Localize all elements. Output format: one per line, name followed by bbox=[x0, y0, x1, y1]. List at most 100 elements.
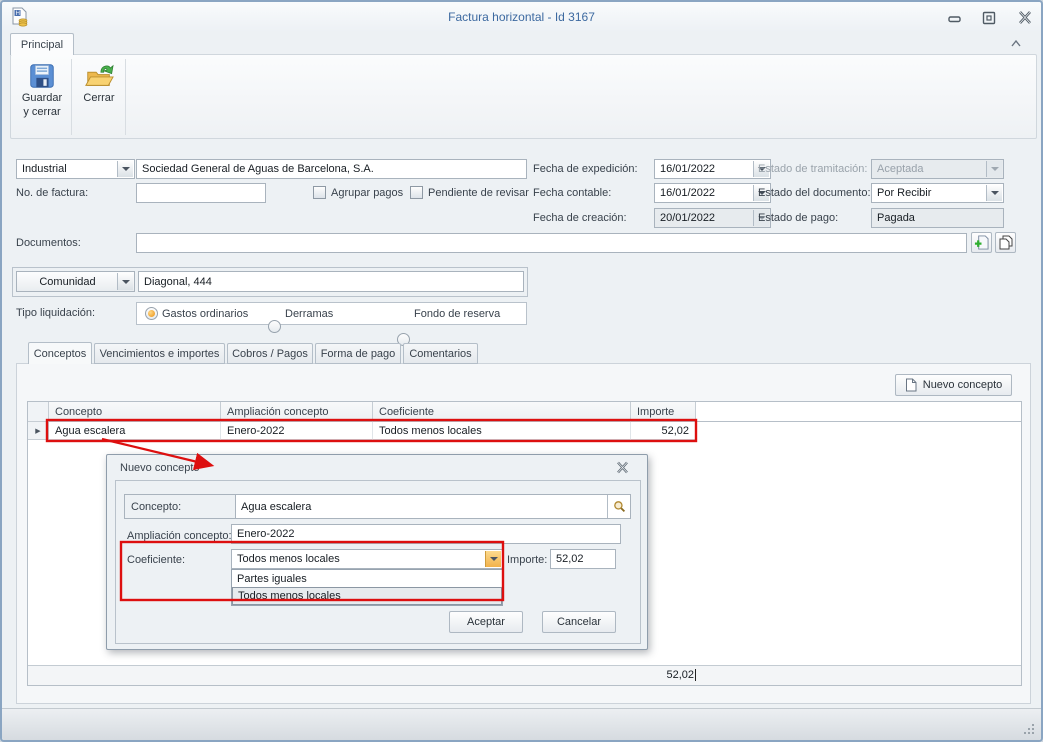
estado-documento-combobox[interactable]: Por Recibir bbox=[871, 183, 1004, 203]
fecha-expedicion-datepicker[interactable]: 16/01/2022 bbox=[654, 159, 771, 179]
chevron-down-icon[interactable] bbox=[117, 273, 133, 290]
summary-importe[interactable]: 52,02 bbox=[631, 667, 696, 683]
estado-documento-value: Por Recibir bbox=[877, 187, 931, 199]
agrupar-pagos-label[interactable]: Agrupar pagos bbox=[331, 187, 403, 199]
ribbon-tab-label: Principal bbox=[21, 39, 63, 51]
close-button[interactable] bbox=[1016, 10, 1034, 25]
concepto-lookup-field[interactable]: Concepto: Agua escalera bbox=[124, 494, 631, 519]
ampliacion-input[interactable]: Enero-2022 bbox=[231, 524, 621, 544]
fecha-expedicion-label: Fecha de expedición: bbox=[533, 163, 638, 175]
accept-button[interactable]: Aceptar bbox=[449, 611, 523, 633]
ribbon-tab-principal[interactable]: Principal bbox=[10, 33, 74, 55]
column-header-importe[interactable]: Importe bbox=[631, 402, 696, 422]
close-form-button[interactable]: Cerrar bbox=[75, 57, 123, 136]
application-window: H Factura horizontal - Id 3167 Principal bbox=[0, 0, 1043, 742]
tab-conceptos[interactable]: Conceptos bbox=[28, 342, 92, 364]
save-button-label-line1: Guardar bbox=[22, 92, 62, 105]
tab-forma-pago[interactable]: Forma de pago bbox=[315, 343, 401, 364]
cancel-button[interactable]: Cancelar bbox=[542, 611, 616, 633]
fecha-creacion-value: 20/01/2022 bbox=[660, 212, 715, 224]
minimize-button[interactable] bbox=[946, 13, 964, 25]
tab-cobros-pagos[interactable]: Cobros / Pagos bbox=[227, 343, 313, 364]
chevron-down-icon[interactable] bbox=[117, 161, 133, 177]
ribbon-separator bbox=[125, 59, 126, 135]
fecha-creacion-datepicker: 20/01/2022 bbox=[654, 208, 771, 228]
entidad-tipo-combobox[interactable]: Comunidad bbox=[16, 271, 135, 292]
row-indicator: ▶ bbox=[28, 422, 49, 440]
tab-label: Comentarios bbox=[409, 348, 471, 360]
documentos-label: Documentos: bbox=[16, 237, 81, 249]
save-and-close-button[interactable]: Guardar y cerrar bbox=[15, 57, 69, 136]
tab-comentarios[interactable]: Comentarios bbox=[403, 343, 478, 364]
window-title: Factura horizontal - Id 3167 bbox=[2, 10, 1041, 24]
copy-document-button[interactable] bbox=[995, 232, 1016, 253]
pendiente-revisar-label[interactable]: Pendiente de revisar bbox=[428, 187, 529, 199]
estado-pago-value: Pagada bbox=[877, 212, 915, 224]
radio-gastos-ordinarios[interactable] bbox=[145, 307, 158, 320]
cell-importe[interactable]: 52,02 bbox=[631, 422, 696, 440]
save-button-label-line2: y cerrar bbox=[23, 106, 60, 119]
coeficiente-label: Coeficiente: bbox=[127, 554, 185, 566]
status-bar bbox=[2, 708, 1041, 740]
text-caret bbox=[695, 669, 696, 681]
new-concept-button[interactable]: Nuevo concepto bbox=[895, 374, 1012, 396]
comunidad-direccion-field[interactable]: Diagonal, 444 bbox=[138, 271, 524, 292]
cell-coeficiente[interactable]: Todos menos locales bbox=[373, 422, 631, 440]
dialog-close-icon[interactable] bbox=[615, 461, 631, 474]
cancel-button-label: Cancelar bbox=[557, 616, 601, 628]
tipo-proveedor-value: Industrial bbox=[22, 163, 67, 175]
chevron-down-icon[interactable] bbox=[485, 551, 501, 567]
concepto-value[interactable]: Agua escalera bbox=[236, 495, 607, 518]
tab-label: Forma de pago bbox=[321, 348, 396, 360]
add-document-button[interactable] bbox=[971, 232, 992, 253]
accept-button-label: Aceptar bbox=[467, 616, 505, 628]
chevron-down-icon[interactable] bbox=[986, 185, 1002, 201]
ampliacion-value: Enero-2022 bbox=[237, 528, 295, 540]
tab-vencimientos-importes[interactable]: Vencimientos e importes bbox=[94, 343, 225, 364]
cell-ampliacion[interactable]: Enero-2022 bbox=[221, 422, 373, 440]
comunidad-direccion-value: Diagonal, 444 bbox=[144, 276, 212, 288]
radio-gastos-ordinarios-label[interactable]: Gastos ordinarios bbox=[162, 308, 248, 320]
new-concept-button-label: Nuevo concepto bbox=[923, 379, 1003, 391]
new-document-icon bbox=[905, 378, 917, 392]
close-folder-icon bbox=[84, 61, 114, 91]
radio-fondo-reserva-label[interactable]: Fondo de reserva bbox=[414, 308, 500, 320]
estado-pago-field: Pagada bbox=[871, 208, 1004, 228]
dropdown-option-todos-menos-locales[interactable]: Todos menos locales bbox=[232, 587, 502, 605]
column-header-concepto[interactable]: Concepto bbox=[49, 402, 221, 422]
ribbon-body: Guardar y cerrar Cerrar bbox=[10, 54, 1037, 139]
estado-tramitacion-label: Estado de tramitación: bbox=[758, 163, 867, 175]
radio-derramas-label[interactable]: Derramas bbox=[285, 308, 333, 320]
column-header-ampliacion[interactable]: Ampliación concepto bbox=[221, 402, 373, 422]
search-icon[interactable] bbox=[607, 495, 630, 518]
add-document-icon bbox=[974, 235, 989, 250]
resize-grip[interactable] bbox=[1023, 723, 1035, 735]
proveedor-field[interactable]: Sociedad General de Aguas de Barcelona, … bbox=[136, 159, 527, 179]
fecha-contable-label: Fecha contable: bbox=[533, 187, 611, 199]
importe-value: 52,02 bbox=[556, 553, 584, 565]
cell-concepto[interactable]: Agua escalera bbox=[49, 422, 221, 440]
estado-documento-label: Estado del documento: bbox=[758, 187, 871, 199]
fecha-contable-datepicker[interactable]: 16/01/2022 bbox=[654, 183, 771, 203]
tab-label: Conceptos bbox=[34, 348, 87, 360]
documentos-field[interactable] bbox=[136, 233, 967, 253]
importe-input[interactable]: 52,02 bbox=[550, 549, 616, 569]
tipo-proveedor-combobox[interactable]: Industrial bbox=[16, 159, 135, 179]
column-header-coeficiente[interactable]: Coeficiente bbox=[373, 402, 631, 422]
column-header-filler bbox=[696, 402, 1021, 422]
entidad-tipo-value: Comunidad bbox=[39, 276, 95, 288]
no-factura-label: No. de factura: bbox=[16, 187, 88, 199]
pendiente-revisar-checkbox[interactable] bbox=[410, 186, 423, 199]
estado-pago-label: Estado de pago: bbox=[758, 212, 838, 224]
coeficiente-combobox[interactable]: Todos menos locales bbox=[231, 549, 503, 569]
dropdown-option-partes-iguales[interactable]: Partes iguales bbox=[232, 570, 502, 587]
agrupar-pagos-checkbox[interactable] bbox=[313, 186, 326, 199]
close-button-label: Cerrar bbox=[83, 92, 114, 105]
coeficiente-value: Todos menos locales bbox=[237, 553, 340, 565]
fecha-contable-value: 16/01/2022 bbox=[660, 187, 715, 199]
restore-button[interactable] bbox=[981, 11, 997, 25]
dialog-title: Nuevo concepto bbox=[120, 462, 200, 474]
numero-factura-input[interactable] bbox=[136, 183, 266, 203]
radio-derramas[interactable] bbox=[268, 320, 281, 333]
ribbon-collapse-icon[interactable] bbox=[1008, 38, 1024, 49]
